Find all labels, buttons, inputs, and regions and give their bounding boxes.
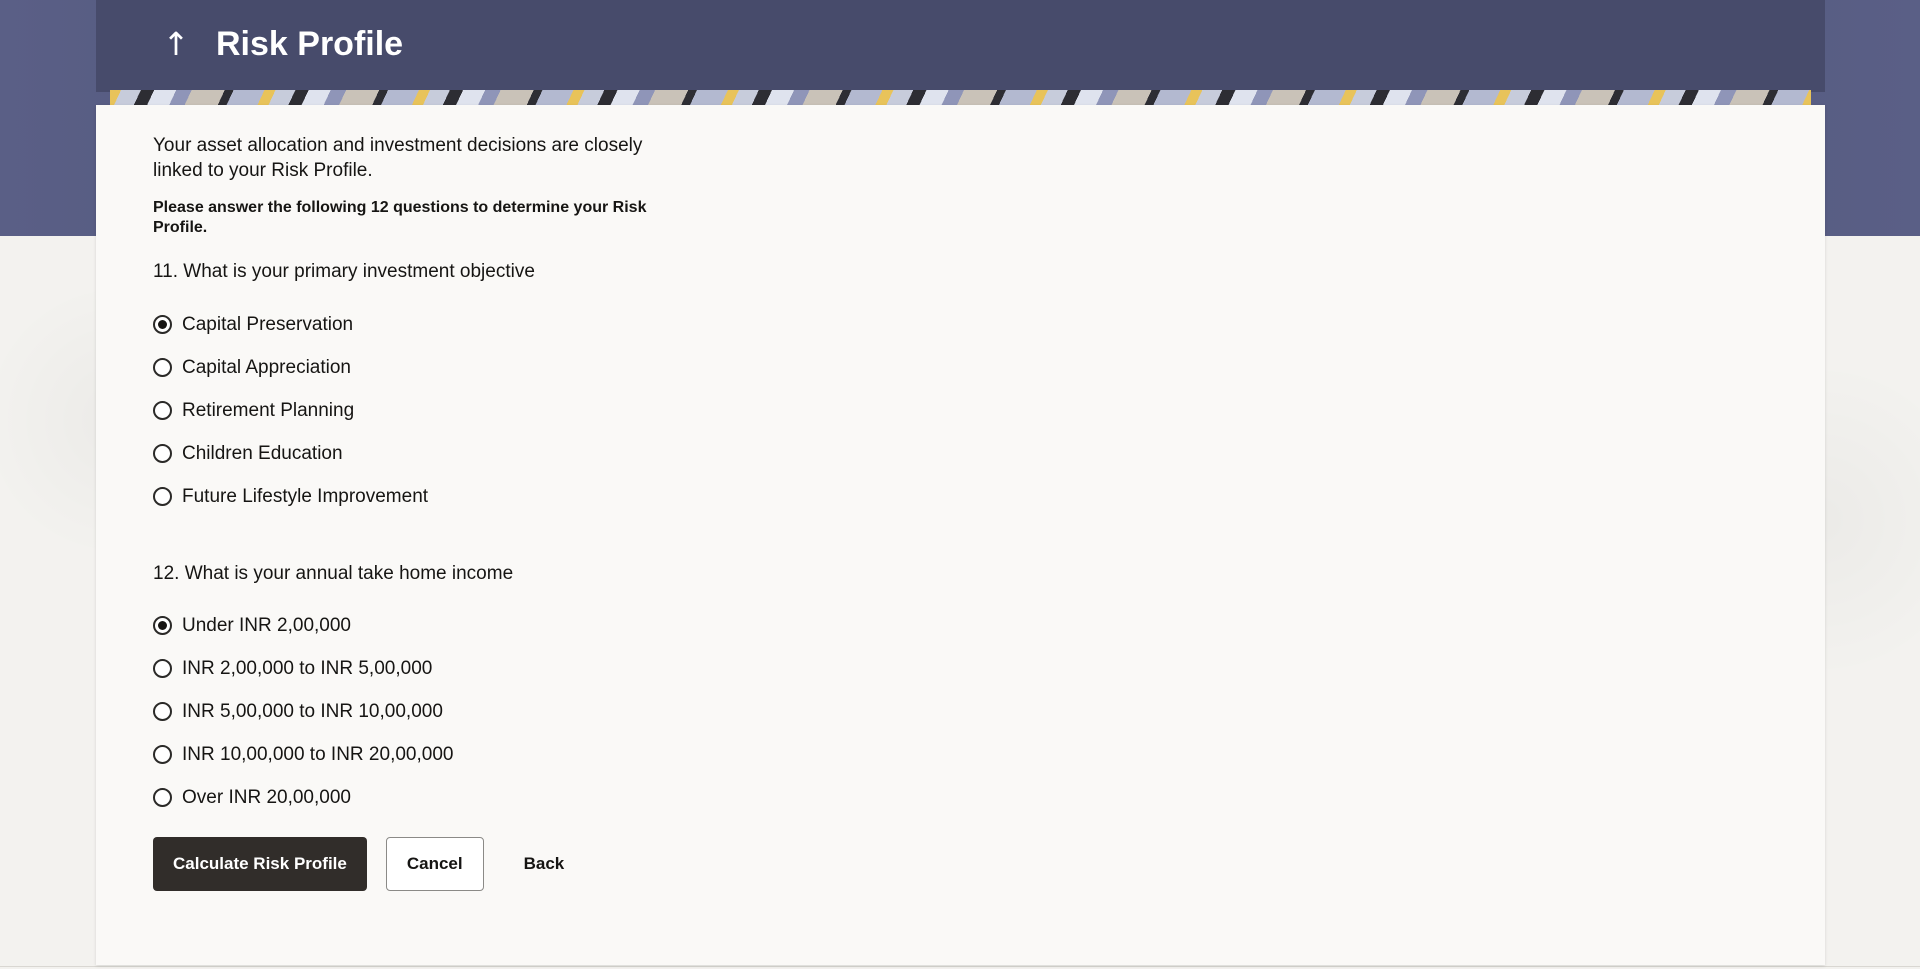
radio-button[interactable]: [153, 401, 172, 420]
radio-option-label: INR 10,00,000 to INR 20,00,000: [182, 743, 454, 765]
decorative-banner: [110, 90, 1811, 106]
intro-text: Your asset allocation and investment dec…: [153, 135, 643, 181]
question-11-label: 11. What is your primary investment obje…: [153, 261, 535, 282]
radio-option[interactable]: Future Lifestyle Improvement: [153, 475, 853, 518]
risk-profile-card: Your asset allocation and investment dec…: [96, 105, 1825, 965]
question-12-label: 12. What is your annual take home income: [153, 563, 514, 584]
bottom-divider: [0, 966, 1920, 967]
radio-option[interactable]: Capital Appreciation: [153, 346, 853, 389]
radio-option-label: Capital Preservation: [182, 313, 354, 335]
radio-option-label: Capital Appreciation: [182, 356, 351, 378]
radio-button[interactable]: [153, 315, 172, 334]
question-12-options: Under INR 2,00,000 INR 2,00,000 to INR 5…: [153, 604, 853, 819]
question-11-options: Capital Preservation Capital Appreciatio…: [153, 303, 853, 518]
radio-option-label: Future Lifestyle Improvement: [182, 485, 429, 507]
radio-option-label: Retirement Planning: [182, 399, 355, 421]
instruction-text: Please answer the following 12 questions…: [153, 199, 647, 236]
radio-button[interactable]: [153, 444, 172, 463]
calculate-risk-profile-button[interactable]: Calculate Risk Profile: [153, 837, 367, 891]
radio-button[interactable]: [153, 487, 172, 506]
arrow-up-icon[interactable]: ↑: [162, 22, 190, 66]
radio-option-label: INR 5,00,000 to INR 10,00,000: [182, 700, 443, 722]
radio-option[interactable]: INR 2,00,000 to INR 5,00,000: [153, 647, 853, 690]
radio-option[interactable]: Capital Preservation: [153, 303, 853, 346]
radio-option[interactable]: Under INR 2,00,000: [153, 604, 853, 647]
radio-option-label: Under INR 2,00,000: [182, 614, 351, 636]
radio-option[interactable]: Retirement Planning: [153, 389, 853, 432]
radio-option[interactable]: Over INR 20,00,000: [153, 776, 853, 819]
radio-option-label: Children Education: [182, 442, 343, 464]
radio-button[interactable]: [153, 616, 172, 635]
page-header: ↑ Risk Profile: [96, 0, 1825, 92]
radio-option[interactable]: Children Education: [153, 432, 853, 475]
radio-option-label: Over INR 20,00,000: [182, 786, 351, 808]
radio-button[interactable]: [153, 702, 172, 721]
radio-button[interactable]: [153, 659, 172, 678]
form-actions: Calculate Risk Profile Cancel Back: [153, 837, 584, 891]
back-button[interactable]: Back: [504, 837, 585, 891]
cancel-button[interactable]: Cancel: [385, 837, 484, 891]
radio-option-label: INR 2,00,000 to INR 5,00,000: [182, 657, 433, 679]
radio-option[interactable]: INR 5,00,000 to INR 10,00,000: [153, 690, 853, 733]
radio-option[interactable]: INR 10,00,000 to INR 20,00,000: [153, 733, 853, 776]
radio-button[interactable]: [153, 745, 172, 764]
page-title: Risk Profile: [216, 25, 404, 63]
radio-button[interactable]: [153, 788, 172, 807]
radio-button[interactable]: [153, 358, 172, 377]
main-container: ↑ Risk Profile Your asset allocation and…: [96, 0, 1825, 965]
